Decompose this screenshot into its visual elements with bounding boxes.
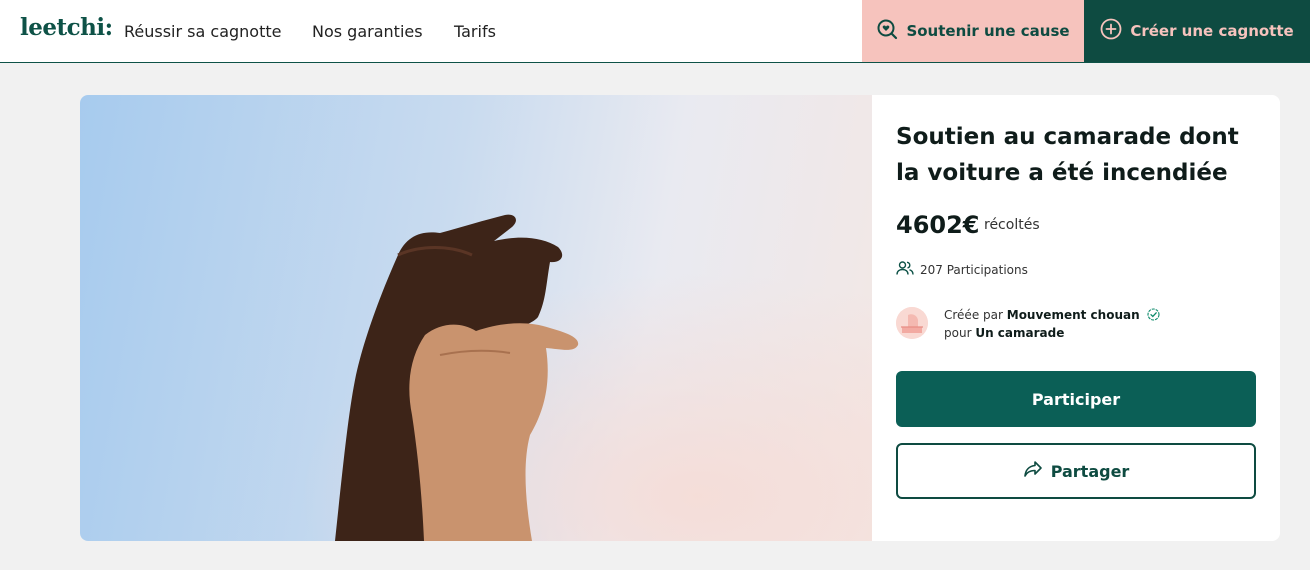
creer-une-cagnotte-button[interactable]: Créer une cagnotte [1084, 0, 1310, 62]
amount-label: récoltés [984, 217, 1040, 233]
amount-raised: 4602€ [896, 211, 980, 239]
nav-reussir[interactable]: Réussir sa cagnotte [124, 22, 281, 41]
beneficiary-name: Un camarade [975, 326, 1065, 340]
users-icon [896, 260, 914, 279]
participer-button[interactable]: Participer [896, 371, 1256, 427]
participations-label: 207 Participations [920, 262, 1028, 277]
verified-check-icon [1147, 308, 1161, 325]
creator-info: Créée par Mouvement chouan pour Un camar… [896, 305, 1256, 341]
creator-avatar[interactable] [896, 307, 928, 339]
campaign-card: Soutien au camarade dont la voiture a ét… [80, 95, 1280, 541]
soutenir-une-cause-button[interactable]: Soutenir une cause [862, 0, 1084, 62]
nav-garanties[interactable]: Nos garanties [312, 22, 423, 41]
creer-label: Créer une cagnotte [1130, 22, 1294, 40]
top-navigation: leetchi: Réussir sa cagnotte Nos garanti… [0, 0, 1310, 63]
creator-name[interactable]: Mouvement chouan [1007, 308, 1140, 322]
campaign-hero-image [80, 95, 872, 541]
share-arrow-icon [1023, 460, 1043, 482]
soutenir-label: Soutenir une cause [906, 22, 1070, 40]
partager-button[interactable]: Partager [896, 443, 1256, 499]
campaign-title: Soutien au camarade dont la voiture a ét… [896, 124, 1239, 186]
creator-text: Créée par Mouvement chouan pour Un camar… [944, 307, 1161, 341]
search-heart-icon [876, 18, 898, 44]
plus-circle-icon [1100, 18, 1122, 44]
participations-count: 207 Participations [896, 260, 1028, 279]
nav-tarifs[interactable]: Tarifs [454, 22, 496, 41]
partager-label: Partager [1050, 461, 1130, 481]
for-prefix: pour [944, 326, 972, 340]
created-by-prefix: Créée par [944, 308, 1003, 322]
leetchi-logo[interactable]: leetchi: [20, 14, 113, 41]
campaign-details: Soutien au camarade dont la voiture a ét… [872, 95, 1280, 541]
